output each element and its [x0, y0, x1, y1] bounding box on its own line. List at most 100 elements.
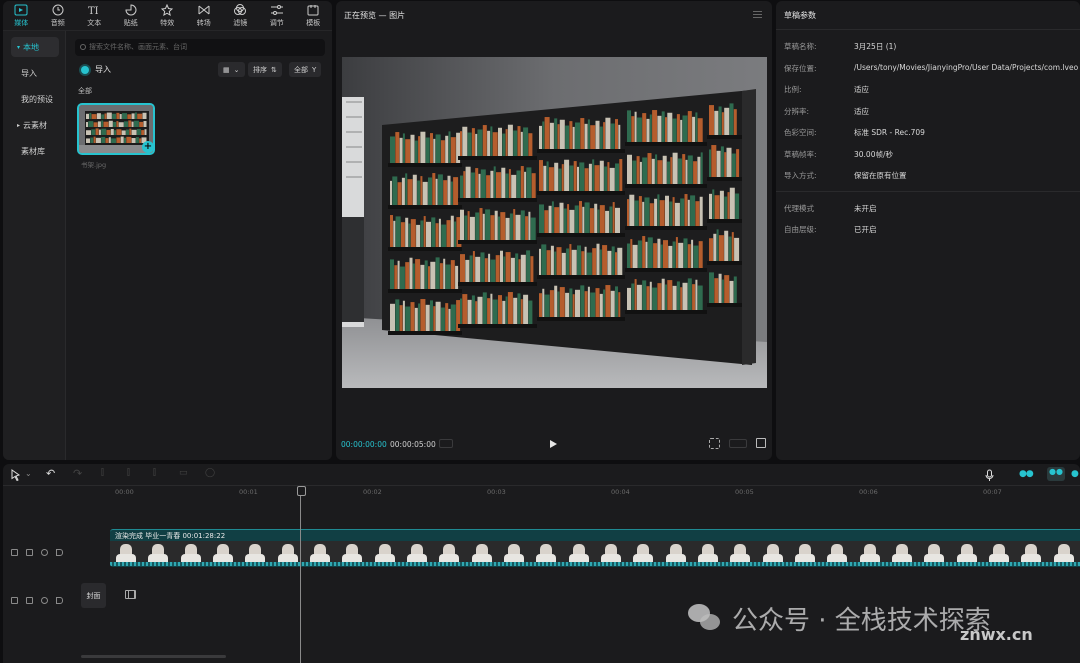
nav-import[interactable]: 导入 — [11, 63, 59, 83]
speaker-icon[interactable] — [56, 597, 63, 604]
clip-frame — [788, 541, 822, 563]
tab-label: 文本 — [87, 18, 102, 27]
tick-label: 00:04 — [611, 488, 630, 496]
fullscreen-icon[interactable] — [756, 438, 766, 448]
nav-library[interactable]: 素材库 — [11, 141, 59, 161]
link-icon[interactable]: ●● — [1019, 469, 1034, 479]
tab-label: 转场 — [196, 18, 211, 27]
clip-frame — [1047, 541, 1080, 563]
filter-button[interactable]: 全部 Y — [289, 62, 322, 77]
clip-frame — [206, 541, 240, 563]
snap-icon[interactable]: ● — [1071, 469, 1079, 479]
tick-label: 00:06 — [859, 488, 878, 496]
media-search-input[interactable]: 搜索文件名称、画面元素、台词 — [75, 39, 325, 56]
clip-frame — [756, 541, 789, 563]
caret-icon: ▾ — [17, 43, 21, 51]
preview-canvas[interactable] — [342, 57, 767, 388]
lock-icon[interactable] — [26, 549, 33, 556]
param-row: 导入方式: 保留在原有位置 — [784, 170, 907, 181]
add-to-timeline-icon[interactable]: + — [142, 141, 154, 153]
redo-icon[interactable]: ↷ — [73, 467, 82, 480]
undo-icon[interactable]: ↶ — [46, 467, 55, 480]
track-cover-icon[interactable] — [11, 597, 18, 604]
tab-transition[interactable]: 转场 — [186, 1, 223, 31]
param-key: 草稿名称: — [784, 42, 817, 51]
preview-title: 正在预览 — 图片 — [344, 11, 406, 20]
draft-params-header: 草稿参数 — [776, 1, 1080, 30]
param-value: 已开启 — [854, 225, 877, 234]
param-row: 比例: 适应 — [784, 84, 869, 95]
video-clip[interactable]: 渲染完成 毕业一青春 00:01:28:22 — [110, 529, 1080, 567]
nav-label: 我的预设 — [21, 94, 53, 104]
timeline-view-icon[interactable] — [439, 439, 453, 448]
ratio-icon[interactable] — [729, 439, 747, 448]
adjust-icon — [270, 4, 283, 15]
split-left-icon[interactable]: ⫿ — [127, 468, 130, 478]
tab-template[interactable]: 模板 — [295, 1, 332, 31]
chevron-down-icon[interactable]: ⌄ — [25, 469, 32, 478]
preview-panel: 正在预览 — 图片 00:00:00:00 00:00:05:00 — [336, 1, 772, 460]
tab-adjust[interactable]: 调节 — [259, 1, 296, 31]
watermark: 公众号 · 全栈技术探索 — [688, 600, 991, 637]
tab-text[interactable]: TI 文本 — [76, 1, 113, 31]
menu-icon[interactable] — [753, 11, 762, 18]
lock-icon[interactable] — [26, 597, 33, 604]
split-right-icon[interactable]: ⫿ — [153, 468, 156, 478]
search-placeholder: 搜索文件名称、画面元素、台词 — [89, 43, 187, 51]
audio-waveform — [110, 562, 1080, 566]
param-value: 适应 — [854, 107, 869, 116]
param-value: 未开启 — [854, 204, 877, 213]
clip-frame — [433, 541, 466, 563]
total-time: 00:00:05:00 — [390, 440, 436, 449]
crop-icon[interactable] — [709, 438, 720, 449]
speaker-icon[interactable] — [56, 549, 63, 556]
track-cover-icon[interactable] — [11, 549, 18, 556]
eye-icon[interactable] — [41, 549, 48, 556]
nav-my-presets[interactable]: 我的预设 — [11, 89, 59, 109]
shield-icon[interactable]: ◯ — [205, 468, 215, 478]
playhead[interactable] — [297, 486, 306, 663]
grid-icon: ▦ — [223, 65, 230, 74]
nav-local[interactable]: ▾ 本地 — [11, 37, 59, 57]
microphone-icon[interactable] — [985, 469, 994, 481]
clip-frame — [691, 541, 725, 563]
param-row: 色彩空间: 标准 SDR - Rec.709 — [784, 127, 925, 138]
param-key: 分辨率: — [784, 107, 810, 116]
sort-button[interactable]: 排序 ⇅ — [248, 62, 282, 77]
nav-cloud[interactable]: ▸ 云素材 — [11, 115, 59, 135]
timeline-scrollbar[interactable] — [81, 655, 226, 658]
eye-icon[interactable] — [41, 597, 48, 604]
tab-sticker[interactable]: 贴纸 — [113, 1, 150, 31]
nav-label: 素材库 — [21, 146, 45, 156]
param-key: 代理模式 — [784, 204, 814, 213]
magnet-icon[interactable]: ●● — [1047, 467, 1065, 481]
clip-frame — [465, 541, 498, 563]
param-row: 草稿名称: 3月25日 (1) — [784, 41, 896, 52]
tick-label: 00:00 — [115, 488, 134, 496]
clip-frame — [497, 541, 531, 563]
tick-label: 00:05 — [735, 488, 754, 496]
import-button[interactable]: 导入 — [81, 64, 111, 75]
timeline-ruler[interactable]: 00:00 00:01 00:02 00:03 00:04 00:05 00:0… — [111, 488, 1080, 500]
clip-frame — [110, 541, 143, 563]
view-mode-button[interactable]: ▦ ⌄ — [218, 62, 245, 77]
param-value: 适应 — [854, 85, 869, 94]
tab-label: 特效 — [160, 18, 175, 27]
sort-icon: ⇅ — [271, 65, 277, 74]
param-value: 标准 SDR - Rec.709 — [854, 128, 925, 137]
param-key: 自由层级: — [784, 225, 817, 234]
split-icon[interactable]: ⫿ — [101, 468, 104, 478]
clip-frame — [400, 541, 434, 563]
tab-media[interactable]: 媒体 — [3, 1, 40, 31]
tab-effects[interactable]: 特效 — [149, 1, 186, 31]
tab-audio[interactable]: 音频 — [40, 1, 77, 31]
tab-filter[interactable]: 滤镜 — [222, 1, 259, 31]
param-value: 保留在原有位置 — [854, 171, 907, 180]
cover-button[interactable]: 封面 — [81, 583, 106, 608]
select-cursor-icon[interactable] — [11, 469, 21, 481]
param-row: 保存位置: /Users/tony/Movies/JianyingPro/User… — [784, 63, 1078, 74]
param-key: 草稿帧率: — [784, 150, 817, 159]
play-button[interactable] — [550, 440, 557, 448]
tab-label: 媒体 — [14, 18, 29, 27]
delete-icon[interactable]: ▭ — [179, 468, 188, 478]
